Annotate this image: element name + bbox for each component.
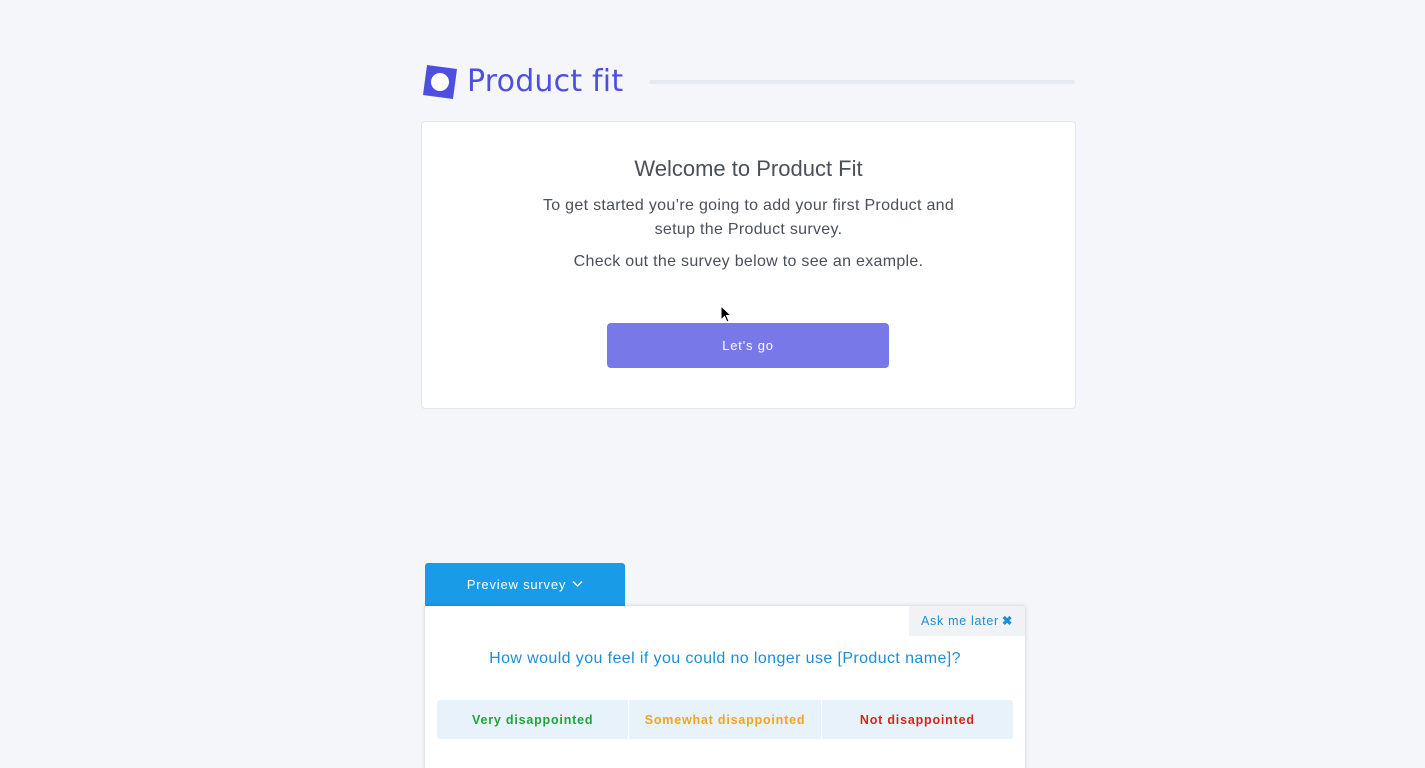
survey-options: Very disappointed Somewhat disappointed … bbox=[437, 700, 1013, 739]
option-very-disappointed[interactable]: Very disappointed bbox=[437, 700, 630, 739]
option-not-disappointed[interactable]: Not disappointed bbox=[821, 700, 1013, 739]
brand-name: Product fit bbox=[467, 64, 624, 99]
welcome-description: To get started you’re going to add your … bbox=[542, 197, 955, 238]
welcome-example-note: Check out the survey below to see an exa… bbox=[573, 253, 924, 270]
survey-question: How would you feel if you could no longe… bbox=[489, 650, 961, 667]
welcome-card: Welcome to Product Fit To get started yo… bbox=[421, 121, 1076, 409]
close-icon: ✖ bbox=[1001, 614, 1014, 628]
header: Product fit bbox=[421, 62, 1076, 102]
survey-preview-panel: Ask me later ✖ How would you feel if you … bbox=[425, 606, 1025, 768]
preview-survey-toggle[interactable]: Preview survey bbox=[425, 563, 625, 606]
lets-go-button[interactable]: Let's go bbox=[607, 323, 889, 368]
mouse-pointer-icon bbox=[720, 305, 732, 323]
onboarding-progress-bar bbox=[649, 80, 1075, 84]
option-somewhat-disappointed[interactable]: Somewhat disappointed bbox=[629, 700, 822, 739]
ask-me-later-button[interactable]: Ask me later ✖ bbox=[909, 606, 1025, 636]
ask-me-later-label: Ask me later bbox=[920, 614, 999, 628]
preview-survey-label: Preview survey bbox=[466, 577, 567, 592]
welcome-title: Welcome to Product Fit bbox=[634, 156, 863, 181]
chevron-down-icon bbox=[572, 581, 583, 587]
product-fit-logo-icon bbox=[423, 65, 457, 99]
page: Product fit Welcome to Product Fit To ge… bbox=[0, 0, 1425, 768]
